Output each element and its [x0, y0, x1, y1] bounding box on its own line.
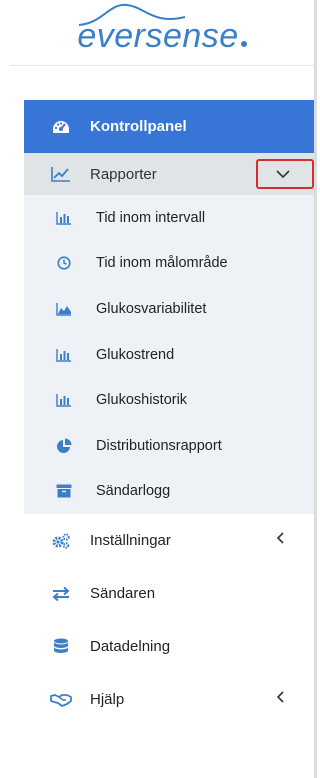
bar-chart-icon [56, 210, 72, 226]
sidebar-item-help-label: Hjälp [90, 691, 125, 709]
sidebar-right-border [314, 0, 317, 778]
reports-section: Rapporter Tid inom intervall Tid inom må… [24, 153, 314, 515]
sidebar-item-data-sharing[interactable]: Datadelning [24, 620, 314, 673]
sidebar-subitem-label: Glukostrend [96, 346, 175, 363]
sidebar-subitem-transmitter-log[interactable]: Sändarlogg [24, 469, 314, 515]
database-icon [50, 636, 72, 658]
sidebar-item-dashboard[interactable]: Kontrollpanel [24, 100, 314, 153]
chevron-left-icon[interactable] [276, 531, 286, 550]
sidebar-item-reports[interactable]: Rapporter [24, 153, 314, 195]
sidebar-item-reports-label: Rapporter [90, 165, 157, 183]
pie-chart-icon [56, 438, 72, 454]
sidebar-subitem-label: Glukoshistorik [96, 392, 188, 409]
line-chart-icon [50, 163, 72, 185]
sidebar-subitem-label: Glukosvariabilitet [96, 300, 207, 317]
handshake-icon [50, 689, 72, 711]
sidebar-item-transmitter[interactable]: Sändaren [24, 567, 314, 620]
logo-swoosh-icon [79, 3, 186, 26]
archive-box-icon [56, 483, 72, 499]
sidebar-menu: Kontrollpanel Rapporter Tid inom interva… [24, 100, 314, 726]
sidebar-subitem-distribution-report[interactable]: Distributionsrapport [24, 423, 314, 469]
logo-area: eversense [10, 0, 314, 64]
clock-icon [56, 255, 72, 271]
sidebar-item-transmitter-label: Sändaren [90, 585, 156, 603]
area-chart-icon [56, 301, 72, 317]
logo-divider [10, 65, 314, 66]
sidebar-item-dashboard-label: Kontrollpanel [90, 118, 187, 135]
dashboard-gauge-icon [50, 116, 72, 138]
bar-chart-icon [56, 392, 72, 408]
sidebar-subitem-label: Tid inom intervall [96, 209, 206, 226]
chevron-down-icon[interactable] [274, 165, 292, 183]
sidebar-subitem-time-in-range[interactable]: Tid inom intervall [24, 195, 314, 241]
exchange-arrows-icon [50, 583, 72, 605]
sidebar-lower-items: Inställningar Sändaren Datadelning Hjälp [24, 514, 314, 726]
sidebar-subitem-label: Distributionsrapport [96, 437, 222, 454]
sidebar-subitem-glucose-variability[interactable]: Glukosvariabilitet [24, 286, 314, 332]
sidebar-item-settings[interactable]: Inställningar [24, 514, 314, 567]
sidebar-subitem-label: Tid inom målområde [96, 255, 228, 272]
bar-chart-icon [56, 347, 72, 363]
eversense-logo[interactable]: eversense [77, 3, 247, 56]
chevron-left-icon[interactable] [276, 690, 286, 709]
sidebar-subitem-time-in-target[interactable]: Tid inom målområde [24, 241, 314, 287]
logo-dot-icon [240, 41, 247, 47]
sidebar-item-data-sharing-label: Datadelning [90, 638, 171, 656]
sidebar-subitem-glucose-history[interactable]: Glukoshistorik [24, 377, 314, 423]
gears-icon [50, 530, 72, 552]
sidebar-subitem-label: Sändarlogg [96, 483, 171, 500]
sidebar-item-settings-label: Inställningar [90, 532, 171, 550]
sidebar-subitem-glucose-trend[interactable]: Glukostrend [24, 332, 314, 378]
sidebar-item-help[interactable]: Hjälp [24, 673, 314, 726]
